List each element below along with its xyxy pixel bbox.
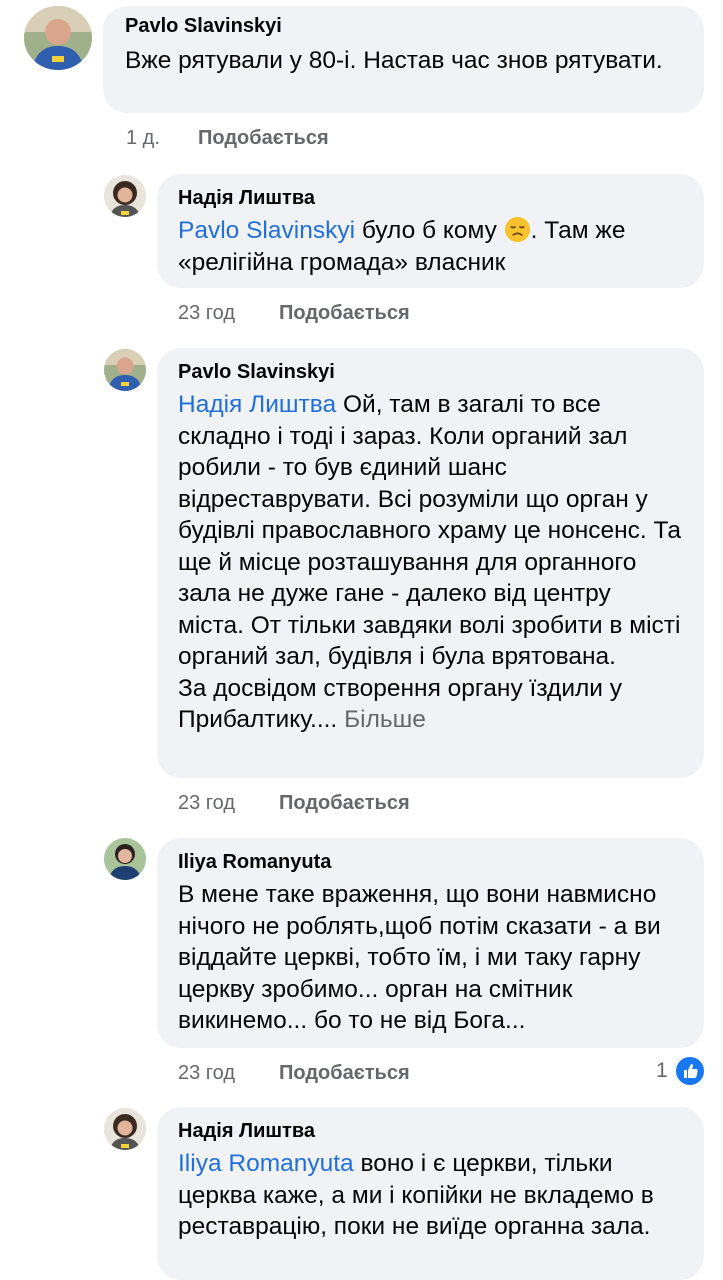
mention-link[interactable]: Pavlo Slavinskyi <box>178 217 355 244</box>
avatar-pavlo-image <box>104 349 146 391</box>
comment-meta: 23 год Подобається <box>178 792 410 815</box>
like-button[interactable]: Подобається <box>198 127 329 150</box>
avatar-pavlo[interactable] <box>104 349 146 391</box>
comment-time[interactable]: 23 год <box>178 1062 235 1085</box>
avatar-nadiia-image <box>104 175 146 217</box>
like-button[interactable]: Подобається <box>279 1062 410 1085</box>
avatar-nadiia[interactable] <box>104 175 146 217</box>
like-button[interactable]: Подобається <box>279 302 410 325</box>
comment-text: Pavlo Slavinskyi було б кому . Там же «р… <box>178 215 683 278</box>
avatar-iliya-image <box>104 838 146 880</box>
comment-meta: 1 д. Подобається <box>126 127 329 150</box>
avatar-iliya[interactable] <box>104 838 146 880</box>
see-more-link[interactable]: Більше <box>344 706 426 733</box>
comment-text: Надія Лиштва Ой, там в загалі то все скл… <box>178 389 683 673</box>
avatar-nadiia[interactable] <box>104 1108 146 1150</box>
comment-author[interactable]: Надія Лиштва <box>178 1119 683 1143</box>
comment-author[interactable]: Iliya Romanyuta <box>178 850 683 874</box>
comment-bubble: Pavlo Slavinskyi Вже рятували у 80-і. На… <box>103 6 704 113</box>
avatar-pavlo[interactable] <box>24 6 92 70</box>
comment-bubble: Надія Лиштва Iliya Romanyuta воно і є це… <box>157 1107 704 1280</box>
reaction-count: 1 <box>656 1059 668 1082</box>
mention-link[interactable]: Iliya Romanyuta <box>178 1150 354 1177</box>
comment-author[interactable]: Pavlo Slavinskyi <box>178 360 683 384</box>
comment-text: В мене таке враження, що вони навмисно н… <box>178 881 661 1034</box>
like-thumb-icon <box>673 1055 706 1087</box>
comment-time[interactable]: 23 год <box>178 302 235 325</box>
avatar-nadiia-image <box>104 1108 146 1150</box>
avatar-pavlo-image <box>24 6 92 70</box>
comment-text: За досвідом створення органу їздили у Пр… <box>178 673 683 736</box>
reaction-summary[interactable]: 1 <box>656 1055 706 1087</box>
mention-link[interactable]: Надія Лиштва <box>178 391 336 418</box>
comment-bubble: Pavlo Slavinskyi Надія Лиштва Ой, там в … <box>157 348 704 778</box>
comment-time[interactable]: 23 год <box>178 792 235 815</box>
like-button[interactable]: Подобається <box>279 792 410 815</box>
comment-text: Iliya Romanyuta воно і є церкви, тільки … <box>178 1148 683 1243</box>
comment-bubble: Iliya Romanyuta В мене таке враження, що… <box>157 838 704 1048</box>
comment-meta: 23 год Подобається <box>178 1062 410 1085</box>
comment-text: Вже рятували у 80-і. Настав час знов рят… <box>125 47 663 74</box>
comment-author[interactable]: Надія Лиштва <box>178 186 683 210</box>
comment-bubble: Надія Лиштва Pavlo Slavinskyi було б ком… <box>157 174 704 288</box>
comment-text-part: Ой, там в загалі то все складно і тоді і… <box>178 391 682 670</box>
comment-author[interactable]: Pavlo Slavinskyi <box>125 14 682 38</box>
comment-text-part: було б кому <box>355 217 504 244</box>
comment-time[interactable]: 1 д. <box>126 127 160 150</box>
comment-meta: 23 год Подобається <box>178 302 410 325</box>
disappointed-face-icon <box>504 216 531 243</box>
